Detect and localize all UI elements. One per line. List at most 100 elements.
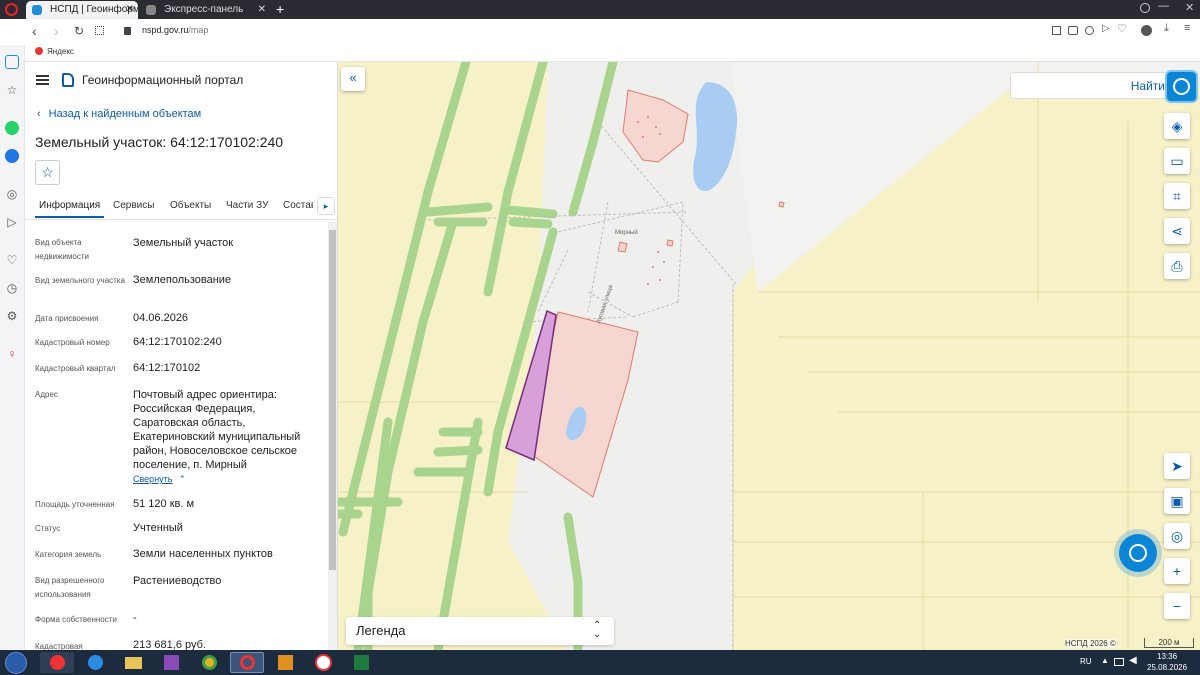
print-button[interactable]: ⎙ xyxy=(1164,253,1190,279)
back-link-label: Назад к найденным объектам xyxy=(48,108,202,120)
back-to-results-link[interactable]: ‹ Назад к найденным объектам xyxy=(37,108,201,120)
language-indicator[interactable]: RU xyxy=(1080,657,1092,666)
edit-icon[interactable] xyxy=(1052,26,1061,35)
tabs-grid-icon[interactable] xyxy=(95,26,104,35)
scrollbar-thumb[interactable] xyxy=(329,230,336,570)
minus-icon: − xyxy=(1172,598,1182,614)
taskbar-app-ie[interactable] xyxy=(78,652,112,673)
download-icon[interactable]: ⤓ xyxy=(1164,22,1169,35)
field-value: Землепользование xyxy=(133,274,232,286)
collapse-link[interactable]: Свернуть ⌃ xyxy=(133,474,186,485)
address-value: Почтовый адрес ориентира: Российская Фед… xyxy=(133,389,301,471)
basemap-button[interactable]: ▣ xyxy=(1164,488,1190,514)
panel-scrollbar[interactable] xyxy=(328,222,337,650)
browser-tab-bar: НСПД | Геоинформацио ✕ Экспресс-панель ✕… xyxy=(0,0,1200,19)
reload-icon[interactable]: ↻ xyxy=(74,24,84,38)
close-tab-icon[interactable]: ✕ xyxy=(258,1,266,19)
forward-icon[interactable]: › xyxy=(54,23,59,39)
url-path: /map xyxy=(188,25,209,35)
field-value: 64:12:170102:240 xyxy=(133,336,222,348)
address-bar: ‹ › ↻ nspd.gov.ru/map ▷ ♡ ⤓ ≡ xyxy=(0,19,1200,45)
settings-icon[interactable]: ⚙ xyxy=(5,309,19,323)
hamburger-menu-icon[interactable] xyxy=(36,75,49,85)
map-search-input[interactable]: Найти xyxy=(1010,72,1170,99)
hint-icon[interactable]: ♀ xyxy=(5,347,19,361)
vk-icon[interactable] xyxy=(5,149,19,163)
taskbar-app-excel[interactable] xyxy=(344,652,378,673)
heart-icon[interactable]: ♡ xyxy=(5,253,19,267)
field-value: Растениеводство xyxy=(133,575,222,587)
yandex-bookmark[interactable]: Яндекс xyxy=(35,47,74,56)
tab-objects[interactable]: Объекты xyxy=(170,200,211,211)
taskbar-app-media[interactable] xyxy=(268,652,302,673)
tab-composition[interactable]: Состав xyxy=(283,200,313,211)
field-value: 51 120 кв. м xyxy=(133,498,195,510)
taskbar-app-explorer[interactable] xyxy=(116,652,150,673)
back-icon[interactable]: ‹ xyxy=(32,23,37,39)
menu-icon[interactable]: ≡ xyxy=(1184,22,1190,34)
clock-date[interactable]: 25.08.2026 xyxy=(1147,663,1187,672)
whatsapp-icon[interactable] xyxy=(5,121,19,135)
field-label: Статус xyxy=(35,524,61,533)
profile-icon[interactable] xyxy=(1141,25,1152,36)
legend-dropdown[interactable]: Легенда ⌃ ⌄ xyxy=(346,617,614,645)
chat-assistant-button[interactable] xyxy=(1119,534,1157,572)
scale-label: 200 м xyxy=(1158,638,1180,647)
taskbar-app-yandex[interactable] xyxy=(306,652,340,673)
yandex-icon xyxy=(35,47,43,55)
chat-icon xyxy=(1129,544,1147,562)
layers-button[interactable]: ◈ xyxy=(1164,113,1190,139)
scale-bar: 200 м xyxy=(1144,638,1194,648)
opera-icon xyxy=(239,655,255,670)
start-button[interactable] xyxy=(5,652,27,674)
send-icon[interactable]: ▷ xyxy=(5,215,19,229)
tab-parts[interactable]: Части ЗУ xyxy=(226,200,268,211)
taskbar-app-chrome[interactable] xyxy=(192,652,226,673)
basemap-icon: ▣ xyxy=(1170,493,1184,509)
adblock-icon[interactable] xyxy=(1085,26,1094,35)
tab-information[interactable]: Информация xyxy=(35,200,105,218)
close-tab-icon[interactable]: ✕ xyxy=(126,1,134,19)
copyright-text: НСПД 2026 © xyxy=(1065,639,1116,648)
share-button[interactable]: ⋖ xyxy=(1164,218,1190,244)
tab-label: Объекты xyxy=(170,200,212,211)
select-area-button[interactable]: ⌗ xyxy=(1164,183,1190,209)
url-field[interactable]: nspd.gov.ru/map xyxy=(142,25,208,35)
volume-icon[interactable]: ◀ xyxy=(1129,655,1137,666)
heart-icon[interactable]: ♡ xyxy=(1117,22,1127,35)
star-icon[interactable]: ☆ xyxy=(5,83,19,97)
navigation-arrow-icon: ➤ xyxy=(1171,458,1183,474)
close-window-button[interactable]: ✕ xyxy=(1185,1,1194,14)
clock-icon[interactable]: ◷ xyxy=(5,281,19,295)
music-icon[interactable]: ◎ xyxy=(5,187,19,201)
zoom-out-button[interactable]: − xyxy=(1164,593,1190,619)
camera-icon[interactable] xyxy=(1068,26,1078,35)
tray-arrow-icon[interactable]: ▲ xyxy=(1101,656,1109,665)
favorite-button[interactable]: ☆ xyxy=(35,160,60,185)
tab-search-icon[interactable] xyxy=(1140,3,1150,13)
opera-logo-icon[interactable] xyxy=(5,3,18,16)
zoom-in-button[interactable]: + xyxy=(1164,558,1190,584)
tabs-scroll-right-button[interactable]: ▸ xyxy=(317,197,335,215)
taskbar-app-winrar[interactable] xyxy=(154,652,188,673)
media-icon xyxy=(277,655,293,670)
new-tab-button[interactable]: + xyxy=(276,1,284,17)
ruler-button[interactable]: ▭ xyxy=(1164,148,1190,174)
assistant-button-top[interactable] xyxy=(1165,70,1198,103)
map-canvas[interactable]: Мирный Луговая улица « Найти ◈ ▭ ⌗ ⋖ ⎙ ➤… xyxy=(338,62,1200,650)
browser-tab-nspd[interactable]: НСПД | Геоинформацио ✕ xyxy=(26,1,138,19)
network-icon[interactable] xyxy=(1114,658,1124,666)
home-icon[interactable] xyxy=(5,55,19,69)
search-button[interactable]: Найти xyxy=(1131,79,1165,93)
bookmark-label: Яндекс xyxy=(47,47,74,56)
browser-tab-express[interactable]: Экспресс-панель ✕ xyxy=(140,1,270,19)
taskbar-app-chrome-like[interactable] xyxy=(40,652,74,673)
my-location-button[interactable]: ➤ xyxy=(1164,453,1190,479)
collapse-panel-button[interactable]: « xyxy=(341,67,365,91)
tab-services[interactable]: Сервисы xyxy=(113,200,154,211)
send-icon[interactable]: ▷ xyxy=(1102,23,1110,34)
taskbar-app-opera[interactable] xyxy=(230,652,264,673)
geolocate-button[interactable]: ◎ xyxy=(1164,523,1190,549)
clock-time[interactable]: 13:36 xyxy=(1157,652,1177,661)
minimize-button[interactable]: — xyxy=(1158,0,1169,12)
